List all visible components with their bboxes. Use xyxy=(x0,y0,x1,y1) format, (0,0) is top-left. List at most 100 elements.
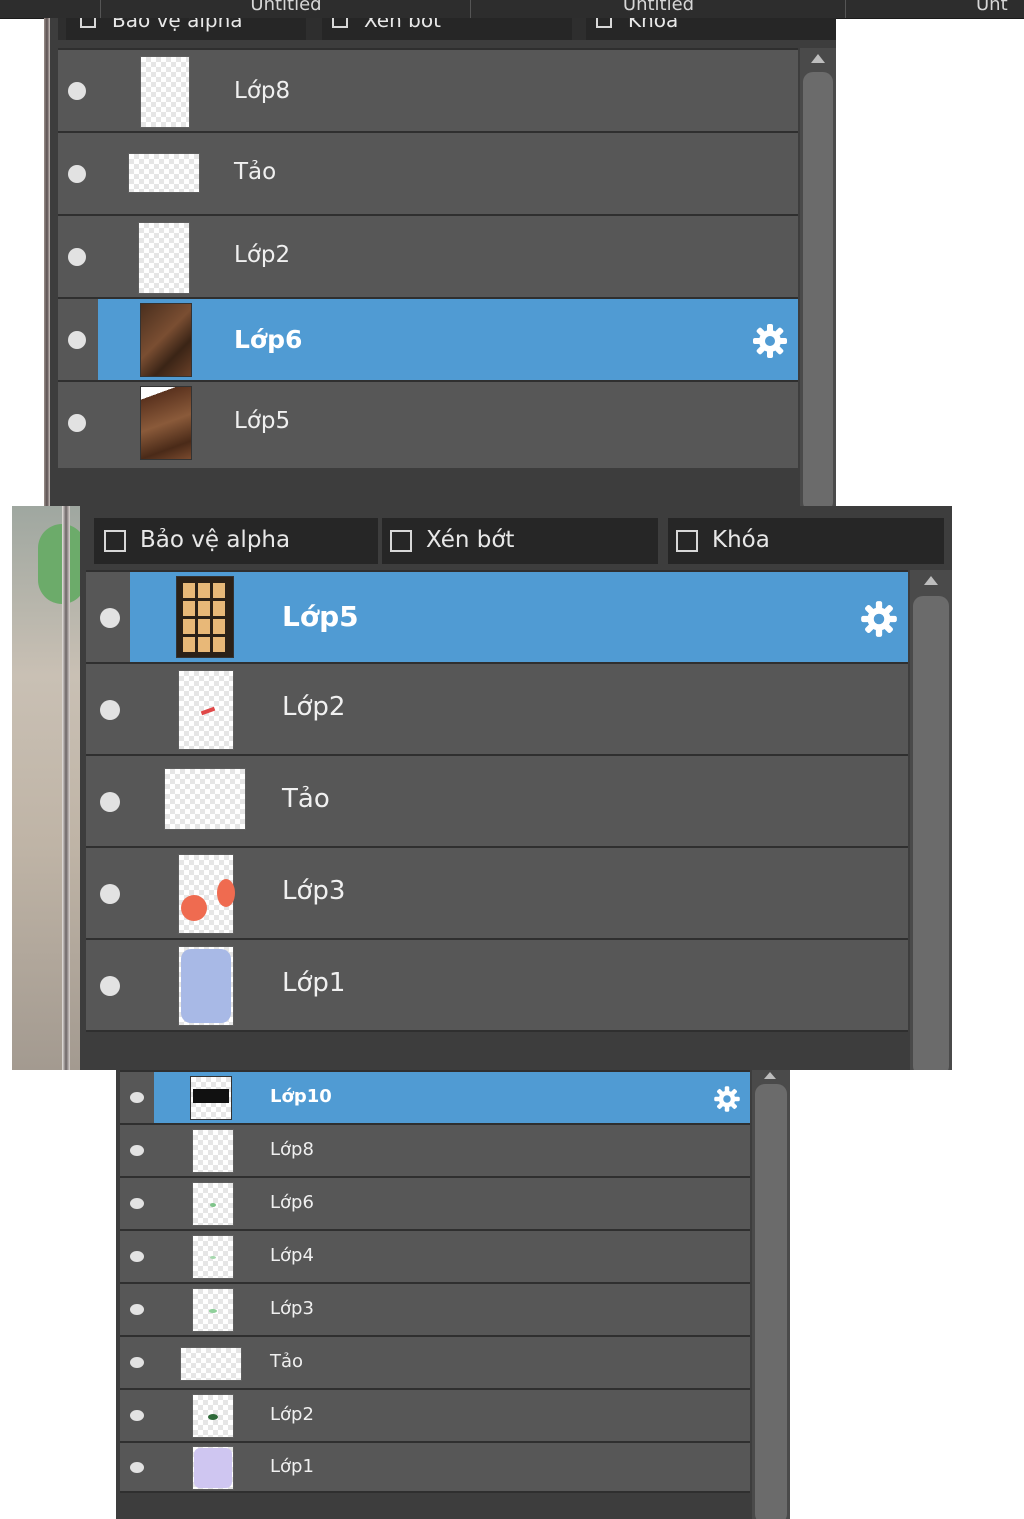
clip-checkbox[interactable]: Xén bớt xyxy=(322,18,572,40)
eye-dot-icon[interactable] xyxy=(68,331,86,349)
layer-row-selected[interactable]: Lớp10 xyxy=(120,1070,750,1124)
layer-thumbnail xyxy=(192,1182,234,1226)
layer-list-scrollbar[interactable] xyxy=(910,570,952,1070)
eye-dot-icon[interactable] xyxy=(68,414,86,432)
checkbox-label: Xén bớt xyxy=(364,18,441,32)
protect-alpha-checkbox[interactable]: Bảo vệ alpha xyxy=(94,518,378,564)
layer-thumbnail xyxy=(128,153,200,193)
layer-artwork xyxy=(193,1089,229,1103)
layer-artwork xyxy=(181,949,231,1023)
layer-list: Lớp8 Tảo Lớp2 Lớp6 Lớp5 xyxy=(58,48,798,468)
layer-name: Lớp2 xyxy=(282,692,346,722)
gear-icon[interactable] xyxy=(712,1084,742,1114)
tab-label: Untitled xyxy=(622,0,695,15)
layer-thumbnail xyxy=(190,1076,232,1120)
document-tab[interactable]: Untitled xyxy=(470,0,846,18)
layer-thumbnail xyxy=(178,854,235,934)
selection-highlight xyxy=(154,1072,750,1124)
gear-icon[interactable] xyxy=(858,598,900,640)
layers-panel: Lớp10 Lớp8 Lớp6 Lớp4 Lớp3 Tảo Lớp2 Lớp1 xyxy=(116,1070,790,1519)
scrollbar-thumb[interactable] xyxy=(755,1084,787,1519)
lock-checkbox[interactable]: Khóa xyxy=(668,518,944,564)
layer-thumbnail xyxy=(192,1394,234,1438)
layer-list: Lớp10 Lớp8 Lớp6 Lớp4 Lớp3 Tảo Lớp2 Lớp1 xyxy=(120,1070,750,1493)
eye-dot-icon[interactable] xyxy=(130,1462,144,1473)
layer-row[interactable]: Lớp2 xyxy=(86,662,908,756)
eye-dot-icon[interactable] xyxy=(100,976,120,996)
document-tab[interactable]: Unt xyxy=(845,0,1024,18)
layer-row[interactable]: Tảo xyxy=(86,754,908,848)
canvas-preview-strip xyxy=(12,506,86,1070)
layer-row[interactable]: Tảo xyxy=(120,1335,750,1389)
layer-thumbnail xyxy=(164,768,246,830)
layer-options-bar: Bảo vệ alpha Xén bớt Khóa xyxy=(90,518,952,564)
layer-name: Lớp8 xyxy=(270,1139,314,1160)
gear-icon[interactable] xyxy=(750,321,790,361)
layer-row[interactable]: Lớp1 xyxy=(86,938,908,1032)
layer-artwork xyxy=(210,1256,216,1259)
scroll-up-arrow-icon[interactable] xyxy=(811,54,825,63)
layer-name: Lớp5 xyxy=(234,408,291,434)
eye-dot-icon[interactable] xyxy=(68,82,86,100)
eye-dot-icon[interactable] xyxy=(130,1251,144,1262)
document-tab-bar: Untitled Untitled Unt xyxy=(0,0,1024,19)
layer-artwork xyxy=(210,1203,216,1207)
scrollbar-thumb[interactable] xyxy=(803,72,833,508)
eye-dot-icon[interactable] xyxy=(68,165,86,183)
layer-name: Tảo xyxy=(270,1351,304,1372)
eye-dot-icon[interactable] xyxy=(100,884,120,904)
checkbox-icon xyxy=(676,530,698,552)
lock-checkbox[interactable]: Khóa xyxy=(586,18,836,40)
layer-row[interactable]: Lớp4 xyxy=(120,1229,750,1283)
layer-thumbnail xyxy=(180,1347,242,1381)
layer-row[interactable]: Lớp2 xyxy=(120,1388,750,1442)
document-tab[interactable]: Untitled xyxy=(100,0,471,18)
layer-list-scrollbar[interactable] xyxy=(800,48,836,508)
layer-name: Lớp6 xyxy=(270,1192,314,1213)
checkbox-label: Bảo vệ alpha xyxy=(112,18,243,32)
checkbox-icon xyxy=(332,18,348,28)
layer-name: Lớp1 xyxy=(282,968,346,998)
eye-dot-icon[interactable] xyxy=(100,608,120,628)
layer-row-selected[interactable]: Lớp6 xyxy=(58,297,798,381)
layer-thumbnail xyxy=(140,386,192,460)
selection-highlight xyxy=(98,299,798,381)
scroll-up-arrow-icon[interactable] xyxy=(764,1072,776,1079)
layer-row[interactable]: Lớp6 xyxy=(120,1176,750,1230)
layer-list-scrollbar[interactable] xyxy=(752,1070,790,1519)
layer-row-selected[interactable]: Lớp5 xyxy=(86,570,908,664)
layer-row[interactable]: Lớp3 xyxy=(120,1282,750,1336)
layer-list: Lớp5 Lớp2 Tảo Lớp3 Lớp1 xyxy=(86,570,908,1032)
eye-dot-icon[interactable] xyxy=(68,248,86,266)
checkbox-icon xyxy=(80,18,96,28)
protect-alpha-checkbox[interactable]: Bảo vệ alpha xyxy=(66,18,306,40)
layer-thumbnail xyxy=(192,1129,234,1173)
eye-dot-icon[interactable] xyxy=(100,792,120,812)
layer-row[interactable]: Lớp8 xyxy=(58,48,798,132)
eye-dot-icon[interactable] xyxy=(130,1410,144,1421)
eye-dot-icon[interactable] xyxy=(130,1145,144,1156)
layer-artwork xyxy=(194,1448,232,1488)
eye-dot-icon[interactable] xyxy=(130,1357,144,1368)
layer-thumbnail xyxy=(192,1288,234,1332)
layer-row[interactable]: Lớp1 xyxy=(120,1441,750,1493)
layer-name: Lớp4 xyxy=(270,1245,314,1266)
layer-name: Lớp10 xyxy=(270,1086,332,1107)
layer-artwork xyxy=(208,1414,218,1420)
layer-thumbnail xyxy=(178,670,234,750)
clip-checkbox[interactable]: Xén bớt xyxy=(382,518,658,564)
checkbox-label: Khóa xyxy=(628,18,679,32)
layer-row[interactable]: Lớp8 xyxy=(120,1123,750,1177)
eye-dot-icon[interactable] xyxy=(130,1304,144,1315)
eye-dot-icon[interactable] xyxy=(100,700,120,720)
checkbox-icon xyxy=(596,18,612,28)
scroll-up-arrow-icon[interactable] xyxy=(924,576,938,585)
layer-row[interactable]: Tảo xyxy=(58,131,798,215)
layer-row[interactable]: Lớp2 xyxy=(58,214,798,298)
layer-thumbnail xyxy=(192,1235,234,1279)
scrollbar-thumb[interactable] xyxy=(913,596,949,1070)
layer-row[interactable]: Lớp5 xyxy=(58,380,798,468)
eye-dot-icon[interactable] xyxy=(130,1198,144,1209)
layer-row[interactable]: Lớp3 xyxy=(86,846,908,940)
eye-dot-icon[interactable] xyxy=(130,1092,144,1103)
